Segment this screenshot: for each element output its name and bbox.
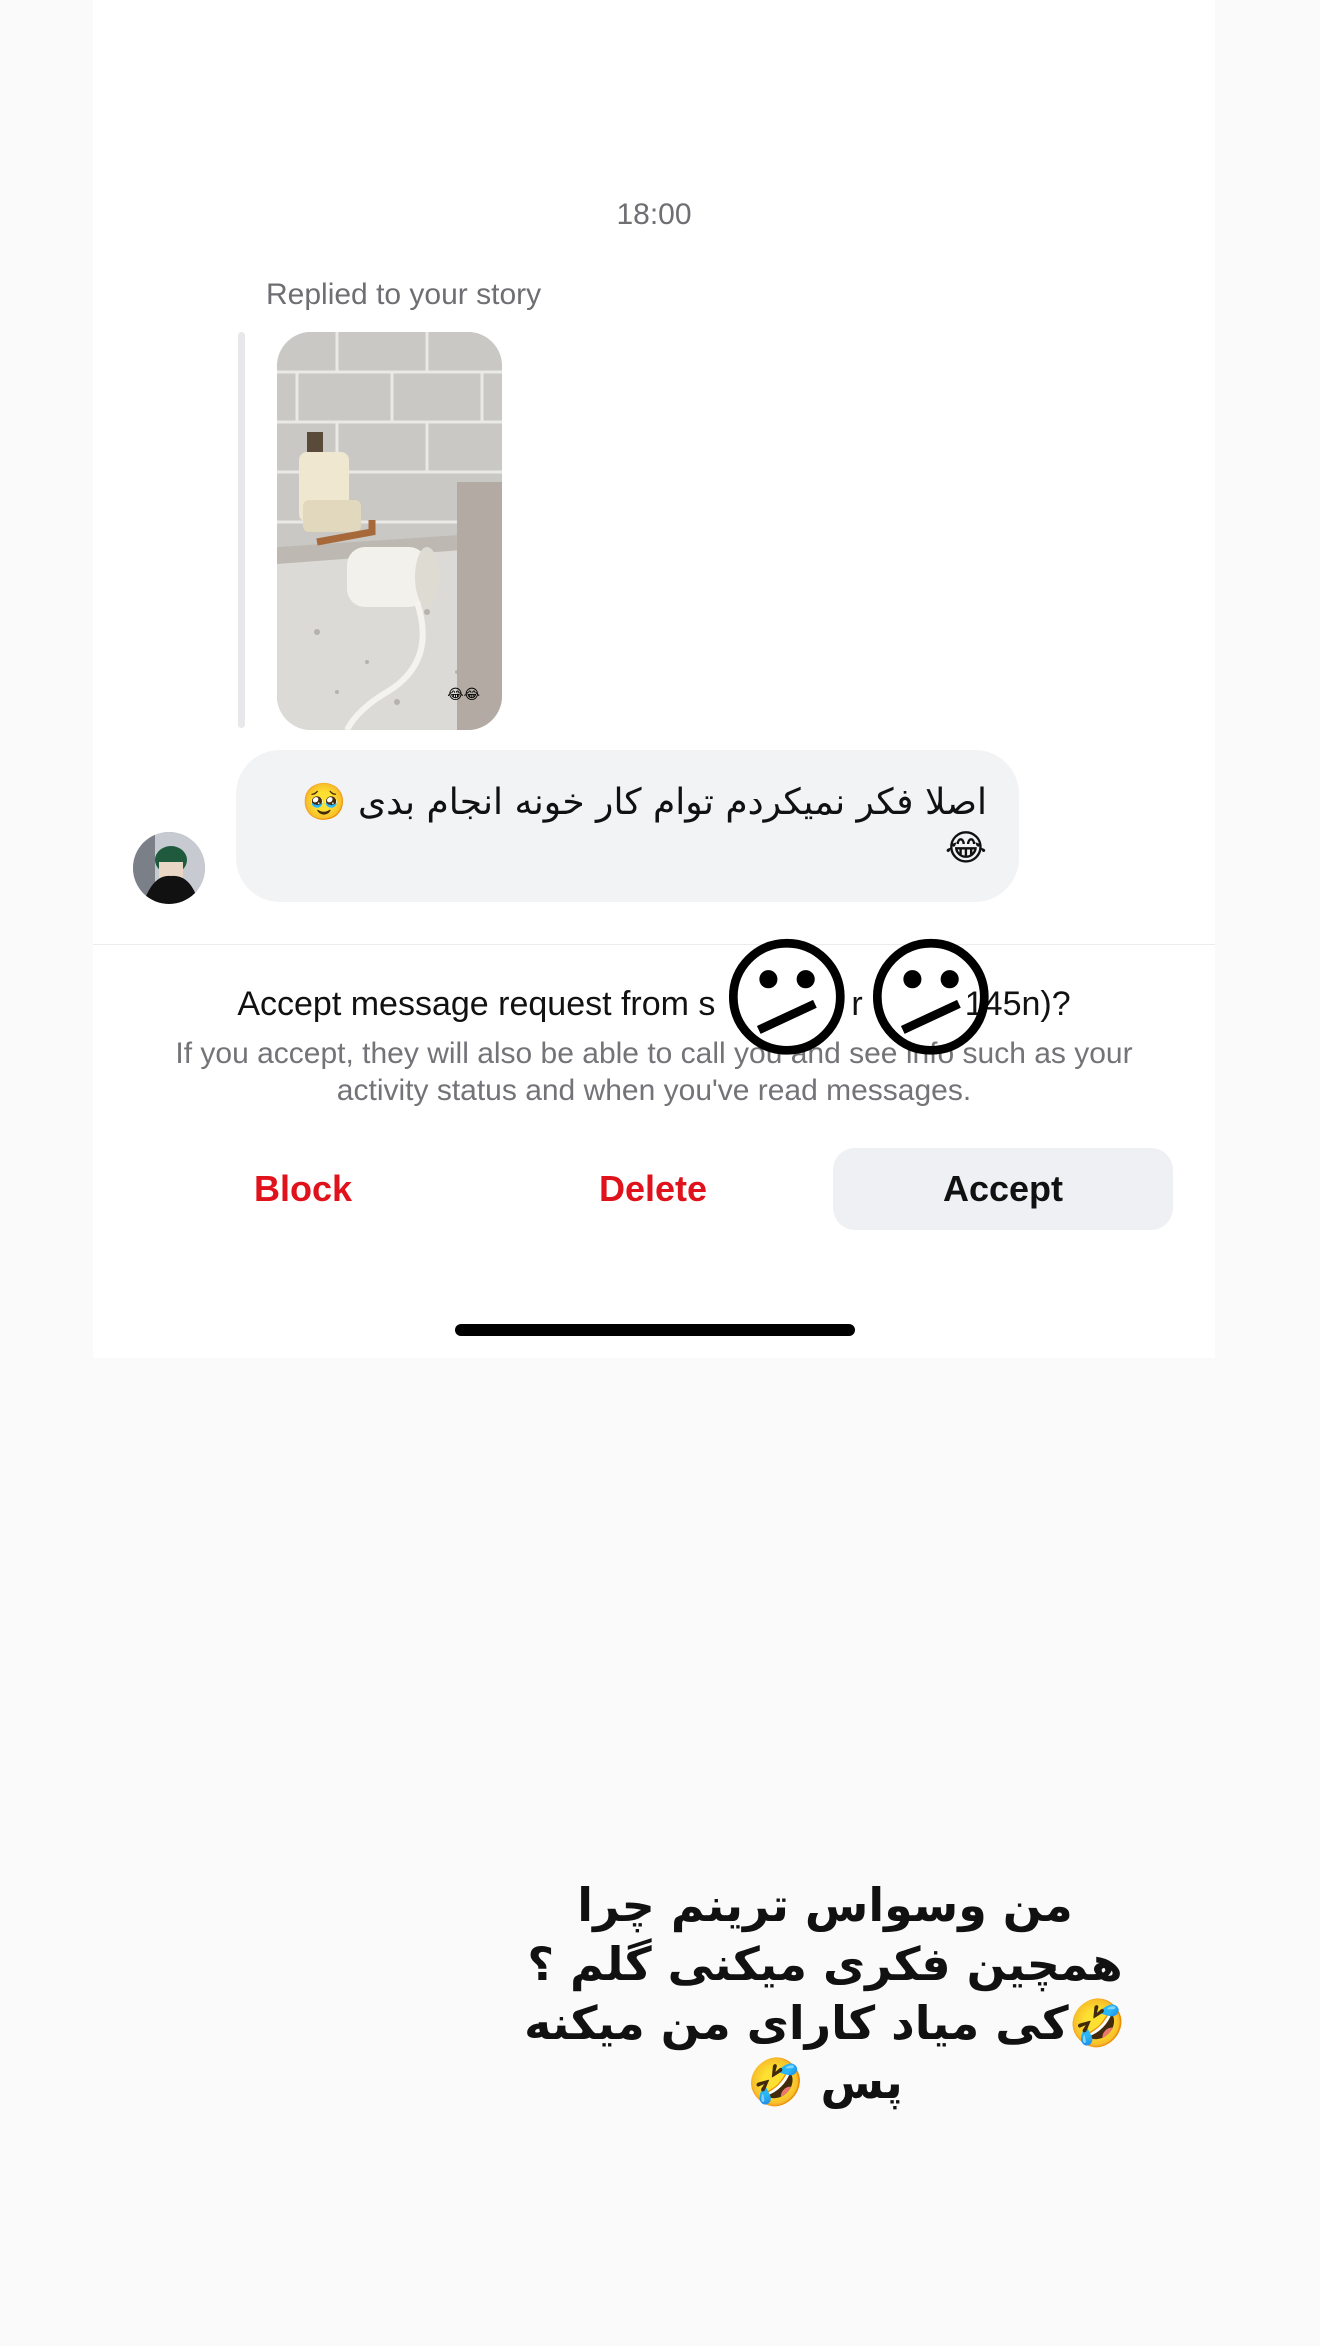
home-indicator[interactable] [455, 1324, 855, 1336]
message-bubble[interactable]: اصلا فکر نمیکردم توام کار خونه انجام بدی… [236, 750, 1019, 902]
story-sticker-emojis: 😂😂 [447, 687, 480, 703]
chat-screen: 18:00 Replied to your story 😂😂 اصلا فکر … [93, 0, 1215, 1358]
section-divider [93, 944, 1215, 945]
confused-face-sticker: 😕 [718, 923, 856, 1077]
sender-avatar[interactable] [133, 832, 205, 904]
message-text: اصلا فکر نمیکردم توام کار خونه انجام بدی… [301, 782, 987, 869]
story-reply-label: Replied to your story [266, 278, 542, 311]
story-caption: من وسواس ترینم چرا همچین فکری میکنی گلم … [524, 1878, 1126, 2109]
story-image [277, 332, 502, 730]
accept-button[interactable]: Accept [833, 1148, 1173, 1230]
delete-button[interactable]: Delete [483, 1148, 823, 1230]
confused-face-sticker: 😕 [862, 923, 1000, 1077]
reply-quote-bar [238, 332, 245, 728]
avatar-image [133, 832, 205, 904]
message-timestamp: 18:00 [616, 198, 692, 231]
story-thumbnail[interactable]: 😂😂 [277, 332, 502, 730]
message-request-title: Accept message request from s r 145n)? [237, 985, 1071, 1023]
block-button[interactable]: Block [133, 1148, 473, 1230]
